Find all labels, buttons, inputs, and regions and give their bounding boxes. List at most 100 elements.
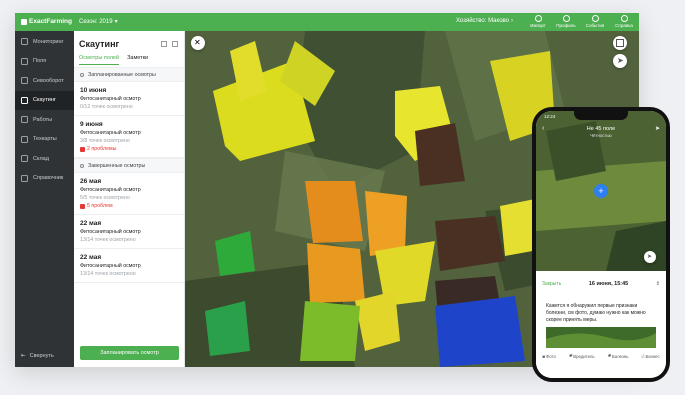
location-arrow-icon: ➤ bbox=[647, 254, 653, 260]
share-icon[interactable]: ⇪ bbox=[656, 281, 660, 287]
sidebar-item-label: Севооборот bbox=[33, 77, 64, 84]
phone-locate-button[interactable]: ➤ bbox=[644, 251, 656, 263]
sidebar-item-label: Склад bbox=[33, 155, 49, 162]
app-logo[interactable]: ExactFarming bbox=[21, 18, 72, 25]
sidebar-item-fields[interactable]: Поля bbox=[15, 52, 74, 72]
panel-tabs: Осмотры полей Заметки bbox=[79, 55, 148, 65]
inspection-date: 9 июня bbox=[80, 121, 103, 128]
inspection-type: Фитосанитарный осмотр bbox=[80, 187, 141, 193]
check-icon bbox=[80, 163, 84, 168]
farm-selector[interactable]: Хозяйство: Маково › bbox=[456, 18, 513, 24]
phone-field-subtitle: Чётностью bbox=[590, 133, 612, 138]
problem-badge: 2 проблемы bbox=[80, 146, 178, 152]
virus-icon: ✺ bbox=[607, 353, 611, 358]
sidebar-item-works[interactable]: Работы bbox=[15, 110, 74, 130]
sidebar-item-label: Техкарты bbox=[33, 136, 57, 143]
season-selector[interactable]: Сезон: 2019 ▾ bbox=[79, 18, 118, 26]
upload-icon bbox=[534, 15, 542, 22]
sidebar-item-label: Работы bbox=[33, 116, 53, 123]
farm-label: Хозяйство: Маково bbox=[456, 18, 509, 24]
bell-icon bbox=[591, 15, 599, 22]
inspection-type: Фитосанитарный осмотр bbox=[80, 229, 141, 235]
inspection-progress: 3/8 точек осмотрено bbox=[80, 138, 130, 144]
warning-icon: △ bbox=[641, 353, 645, 358]
chevron-right-icon: › bbox=[510, 18, 513, 24]
tag-label: Бизнес bbox=[645, 353, 660, 359]
sidebar-item-warehouse[interactable]: Склад bbox=[15, 149, 74, 169]
inspection-date: 26 мая bbox=[80, 178, 102, 185]
bug-icon: ✱ bbox=[568, 353, 573, 358]
sidebar-item-scouting[interactable]: Скаутинг bbox=[15, 90, 74, 110]
group-label: Запланированные осмотры bbox=[88, 71, 156, 78]
inspection-type: Фитосанитарный осмотр bbox=[80, 130, 141, 136]
rotation-icon bbox=[21, 77, 28, 85]
filter-icon[interactable] bbox=[172, 41, 178, 47]
note-date: 16 июня, 15:45 bbox=[588, 281, 629, 287]
close-button[interactable]: Закрыть bbox=[542, 281, 561, 287]
book-icon bbox=[21, 174, 28, 182]
tag-disease[interactable]: ✺ Болезнь bbox=[607, 353, 628, 359]
tab-inspections[interactable]: Осмотры полей bbox=[79, 55, 120, 65]
problem-badge: 5 проблем bbox=[80, 203, 178, 209]
sidebar-item-label: Справочник bbox=[33, 175, 64, 182]
user-icon bbox=[562, 15, 570, 22]
group-header-done[interactable]: Завершенные осмотры bbox=[74, 158, 184, 173]
list-item[interactable]: 10 июня Фитосанитарный осмотр 0/12 точек… bbox=[74, 82, 184, 116]
collapse-label: Свернуть bbox=[29, 353, 54, 359]
sidebar-item-techmaps[interactable]: Техкарты bbox=[15, 130, 74, 150]
sidebar-item-label: Скаутинг bbox=[33, 97, 56, 104]
list-item[interactable]: 9 июня Фитосанитарный осмотр 3/8 точек о… bbox=[74, 116, 184, 158]
problem-count: 2 проблемы bbox=[87, 146, 117, 152]
collapse-button[interactable]: ⇤ Свернуть bbox=[21, 353, 54, 359]
monitor-icon bbox=[21, 38, 28, 46]
list-item[interactable]: 22 мая Фитосанитарный осмотр 13/14 точек… bbox=[74, 215, 184, 249]
svg-text:+: + bbox=[598, 186, 603, 196]
inspection-progress: 13/14 точек осмотрено bbox=[80, 271, 136, 277]
tag-label: Фото bbox=[545, 353, 556, 359]
locate-button[interactable]: ➤ bbox=[613, 54, 627, 68]
events-label: События bbox=[585, 23, 605, 28]
phone-field-title: Не 45 поле bbox=[586, 126, 616, 132]
note-sheet: Закрыть 16 июня, 15:45 ⇪ Кажется я обнар… bbox=[536, 272, 666, 378]
sidebar-item-label: Мониторинг bbox=[33, 38, 64, 45]
inspection-date: 10 июня bbox=[80, 87, 107, 94]
fields-icon bbox=[21, 57, 28, 65]
compass-icon[interactable]: ➤ bbox=[655, 125, 660, 132]
events-button[interactable]: События bbox=[582, 14, 608, 30]
tools-button[interactable]: ✕ bbox=[191, 36, 205, 50]
sidebar-item-reference[interactable]: Справочник bbox=[15, 169, 74, 189]
note-text: Кажется я обнаружил первые признаки боле… bbox=[546, 303, 646, 323]
tools-icon: ✕ bbox=[194, 38, 201, 47]
season-label: Сезон: 2019 bbox=[79, 18, 113, 25]
location-arrow-icon: ➤ bbox=[617, 56, 624, 65]
inspection-type: Фитосанитарный осмотр bbox=[80, 263, 141, 269]
list-view-icon[interactable] bbox=[161, 41, 167, 47]
works-icon bbox=[21, 116, 28, 124]
profile-button[interactable]: Профиль bbox=[553, 14, 579, 30]
tab-notes[interactable]: Заметки bbox=[127, 55, 148, 65]
layers-button[interactable] bbox=[613, 36, 627, 50]
camera-icon: ◙ bbox=[542, 353, 545, 359]
sidebar-item-monitoring[interactable]: Мониторинг bbox=[15, 32, 74, 52]
note-photo[interactable] bbox=[546, 327, 656, 348]
sidebar-item-label: Поля bbox=[33, 58, 47, 65]
tag-pest[interactable]: ✱ Вредитель bbox=[569, 353, 595, 359]
collapse-icon: ⇤ bbox=[21, 353, 26, 359]
top-bar: ExactFarming Сезон: 2019 ▾ Хозяйство: Мак… bbox=[15, 13, 639, 31]
tag-photo[interactable]: ◙ Фото bbox=[542, 354, 555, 359]
list-item[interactable]: 22 мая Фитосанитарный осмотр 13/14 точек… bbox=[74, 249, 184, 283]
sidebar-item-rotation[interactable]: Севооборот bbox=[15, 71, 74, 91]
list-item[interactable]: 26 мая Фитосанитарный осмотр 5/5 точек о… bbox=[74, 173, 184, 215]
warning-icon bbox=[80, 146, 85, 152]
back-arrow-icon[interactable]: ‹ bbox=[542, 125, 544, 132]
sidebar: Мониторинг Поля Севооборот Скаутинг Рабо… bbox=[15, 31, 74, 367]
help-button[interactable]: Справка bbox=[611, 14, 637, 30]
phone-screen: + 12:24 Не 45 поле Чётностью ‹ ➤ ➤ Закры… bbox=[536, 111, 666, 378]
import-button[interactable]: Импорт bbox=[525, 14, 551, 30]
logo-text: ExactFarming bbox=[29, 18, 72, 25]
phone-notch bbox=[574, 111, 628, 120]
group-header-planned[interactable]: Запланированные осмотры bbox=[74, 67, 184, 82]
inspection-date: 22 мая bbox=[80, 254, 102, 261]
tag-business[interactable]: △ Бизнес bbox=[641, 353, 659, 359]
plan-inspection-button[interactable]: Запланировать осмотр bbox=[80, 346, 179, 360]
